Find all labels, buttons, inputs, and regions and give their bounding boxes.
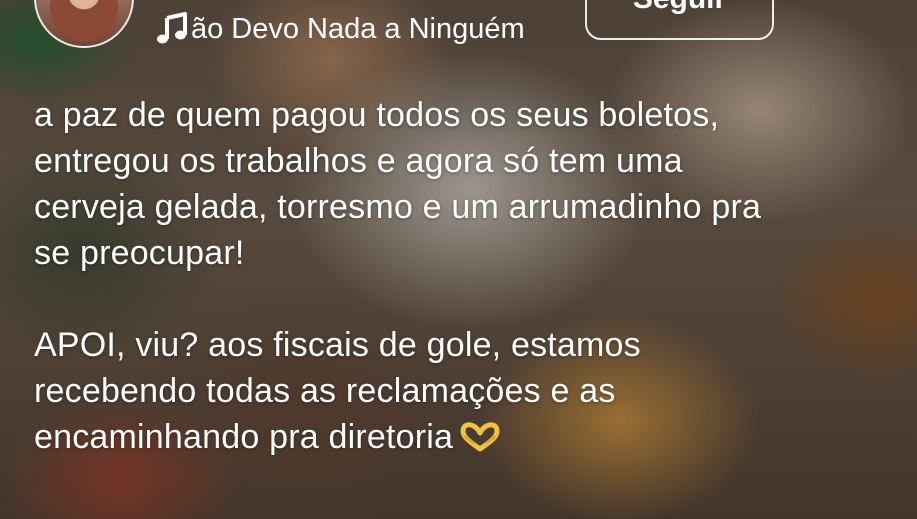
caption-paragraph-2-text: APOI, viu? aos fiscais de gole, estamos … [34, 326, 641, 456]
follow-button-label: Seguir [587, 0, 772, 38]
profile-avatar[interactable] [34, 0, 134, 48]
caption-paragraph-2: APOI, viu? aos fiscais de gole, estamos … [34, 322, 904, 460]
heart-hands-emoji [460, 422, 500, 452]
follow-button[interactable]: Seguir [585, 0, 774, 40]
reel-caption-overlay: Não Devo Nada a Ninguém Seguir a paz de … [0, 0, 917, 519]
caption-paragraph-1: a paz de quem pagou todos os seus boleto… [34, 96, 762, 272]
music-note-icon [157, 12, 187, 44]
song-title: Não Devo Nada a Ninguém [192, 13, 525, 45]
post-caption: a paz de quem pagou todos os seus boleto… [34, 92, 904, 460]
post-header: Não Devo Nada a Ninguém Seguir [0, 0, 917, 60]
song-title-marquee[interactable]: Não Devo Nada a Ninguém [192, 11, 558, 47]
